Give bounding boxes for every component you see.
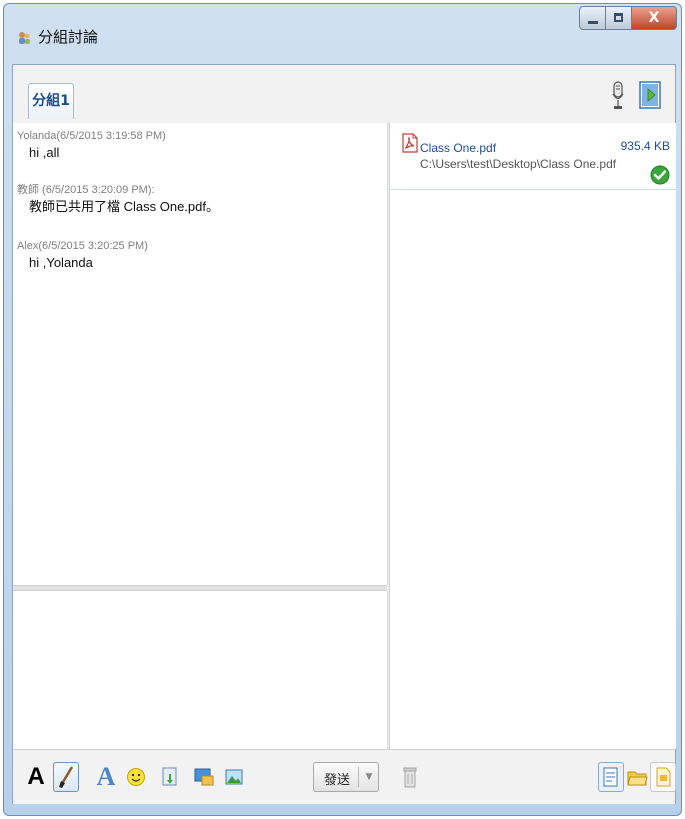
image-icon [225,769,243,785]
check-icon [650,165,670,185]
document-view-icon [603,767,618,787]
message-body: hi ,Yolanda [29,255,93,270]
close-icon: X [648,10,660,26]
send-dropdown-icon[interactable]: ▼ [362,765,376,789]
window-title: 分組討論 [38,28,99,46]
screenshot-button[interactable] [191,762,217,792]
close-button[interactable]: X [631,6,677,30]
folder-icon [627,771,648,786]
smiley-icon [127,768,145,786]
message-body: 教師已共用了檔 Class One.pdf。 [29,199,219,214]
shared-files-panel: Class One.pdf C:\Users\test\Desktop\Clas… [389,123,676,749]
message-header: Alex(6/5/2015 3:20:25 PM) [17,240,148,252]
message-input-pane[interactable] [13,591,388,749]
font-button[interactable]: A [93,762,119,792]
tab-group-1[interactable]: 分組1 [28,83,74,119]
chat-message: Yolanda(6/5/2015 3:19:58 PM) hi ,all [17,129,166,162]
trash-icon [403,767,417,788]
send-separator [358,767,359,787]
tab-strip: 分組1 [13,65,675,124]
microphone-icon[interactable] [611,81,625,111]
message-header: Yolanda(6/5/2015 3:19:58 PM) [17,130,166,142]
paintbrush-icon [59,766,74,788]
maximize-icon [614,13,623,22]
bottom-toolbar: A A 發送 ▼ [13,749,676,804]
send-button-label: 發送 [324,772,351,787]
file-send-icon [162,767,177,786]
brush-button[interactable] [53,762,79,792]
file-path: C:\Users\test\Desktop\Class One.pdf [420,157,617,171]
minimize-icon [588,21,598,24]
maximize-button[interactable] [605,6,632,30]
chat-message: Alex(6/5/2015 3:20:25 PM) hi ,Yolanda [17,239,148,272]
note-icon [656,767,671,787]
client-area: 分組1 Yolanda(6/5/2015 3:19:58 PM) hi ,all [12,64,676,804]
file-item[interactable]: Class One.pdf C:\Users\test\Desktop\Clas… [390,123,676,190]
emoji-button[interactable] [123,762,149,792]
chat-history[interactable]: Yolanda(6/5/2015 3:19:58 PM) hi ,all 教師 … [13,123,388,585]
view-list-button[interactable] [598,762,624,792]
send-button[interactable]: 發送 ▼ [313,762,379,792]
pdf-file-icon [402,133,418,153]
file-size: 935.4 KB [620,139,670,153]
send-file-button[interactable] [157,762,183,792]
chat-message: 教師 (6/5/2015 3:20:09 PM): 教師已共用了檔 Class … [17,183,219,216]
share-screen-icon[interactable] [639,81,661,109]
message-header: 教師 (6/5/2015 3:20:09 PM): [17,184,155,196]
message-input[interactable] [13,591,387,749]
app-window: 分組討論 X 分組1 Yolanda(6/5/2015 3:19:58 PM) … [3,3,682,816]
open-folder-button[interactable] [624,762,650,792]
title-bar[interactable]: 分組討論 X [4,4,681,62]
file-name[interactable]: Class One.pdf [420,141,496,155]
font-color-button[interactable]: A [23,762,49,792]
group-app-icon [19,32,30,44]
notes-button[interactable] [650,762,676,792]
delete-button[interactable] [397,762,423,792]
message-body: hi ,all [29,145,60,160]
minimize-button[interactable] [579,6,606,30]
insert-image-button[interactable] [221,762,247,792]
screenshot-icon [194,768,214,786]
